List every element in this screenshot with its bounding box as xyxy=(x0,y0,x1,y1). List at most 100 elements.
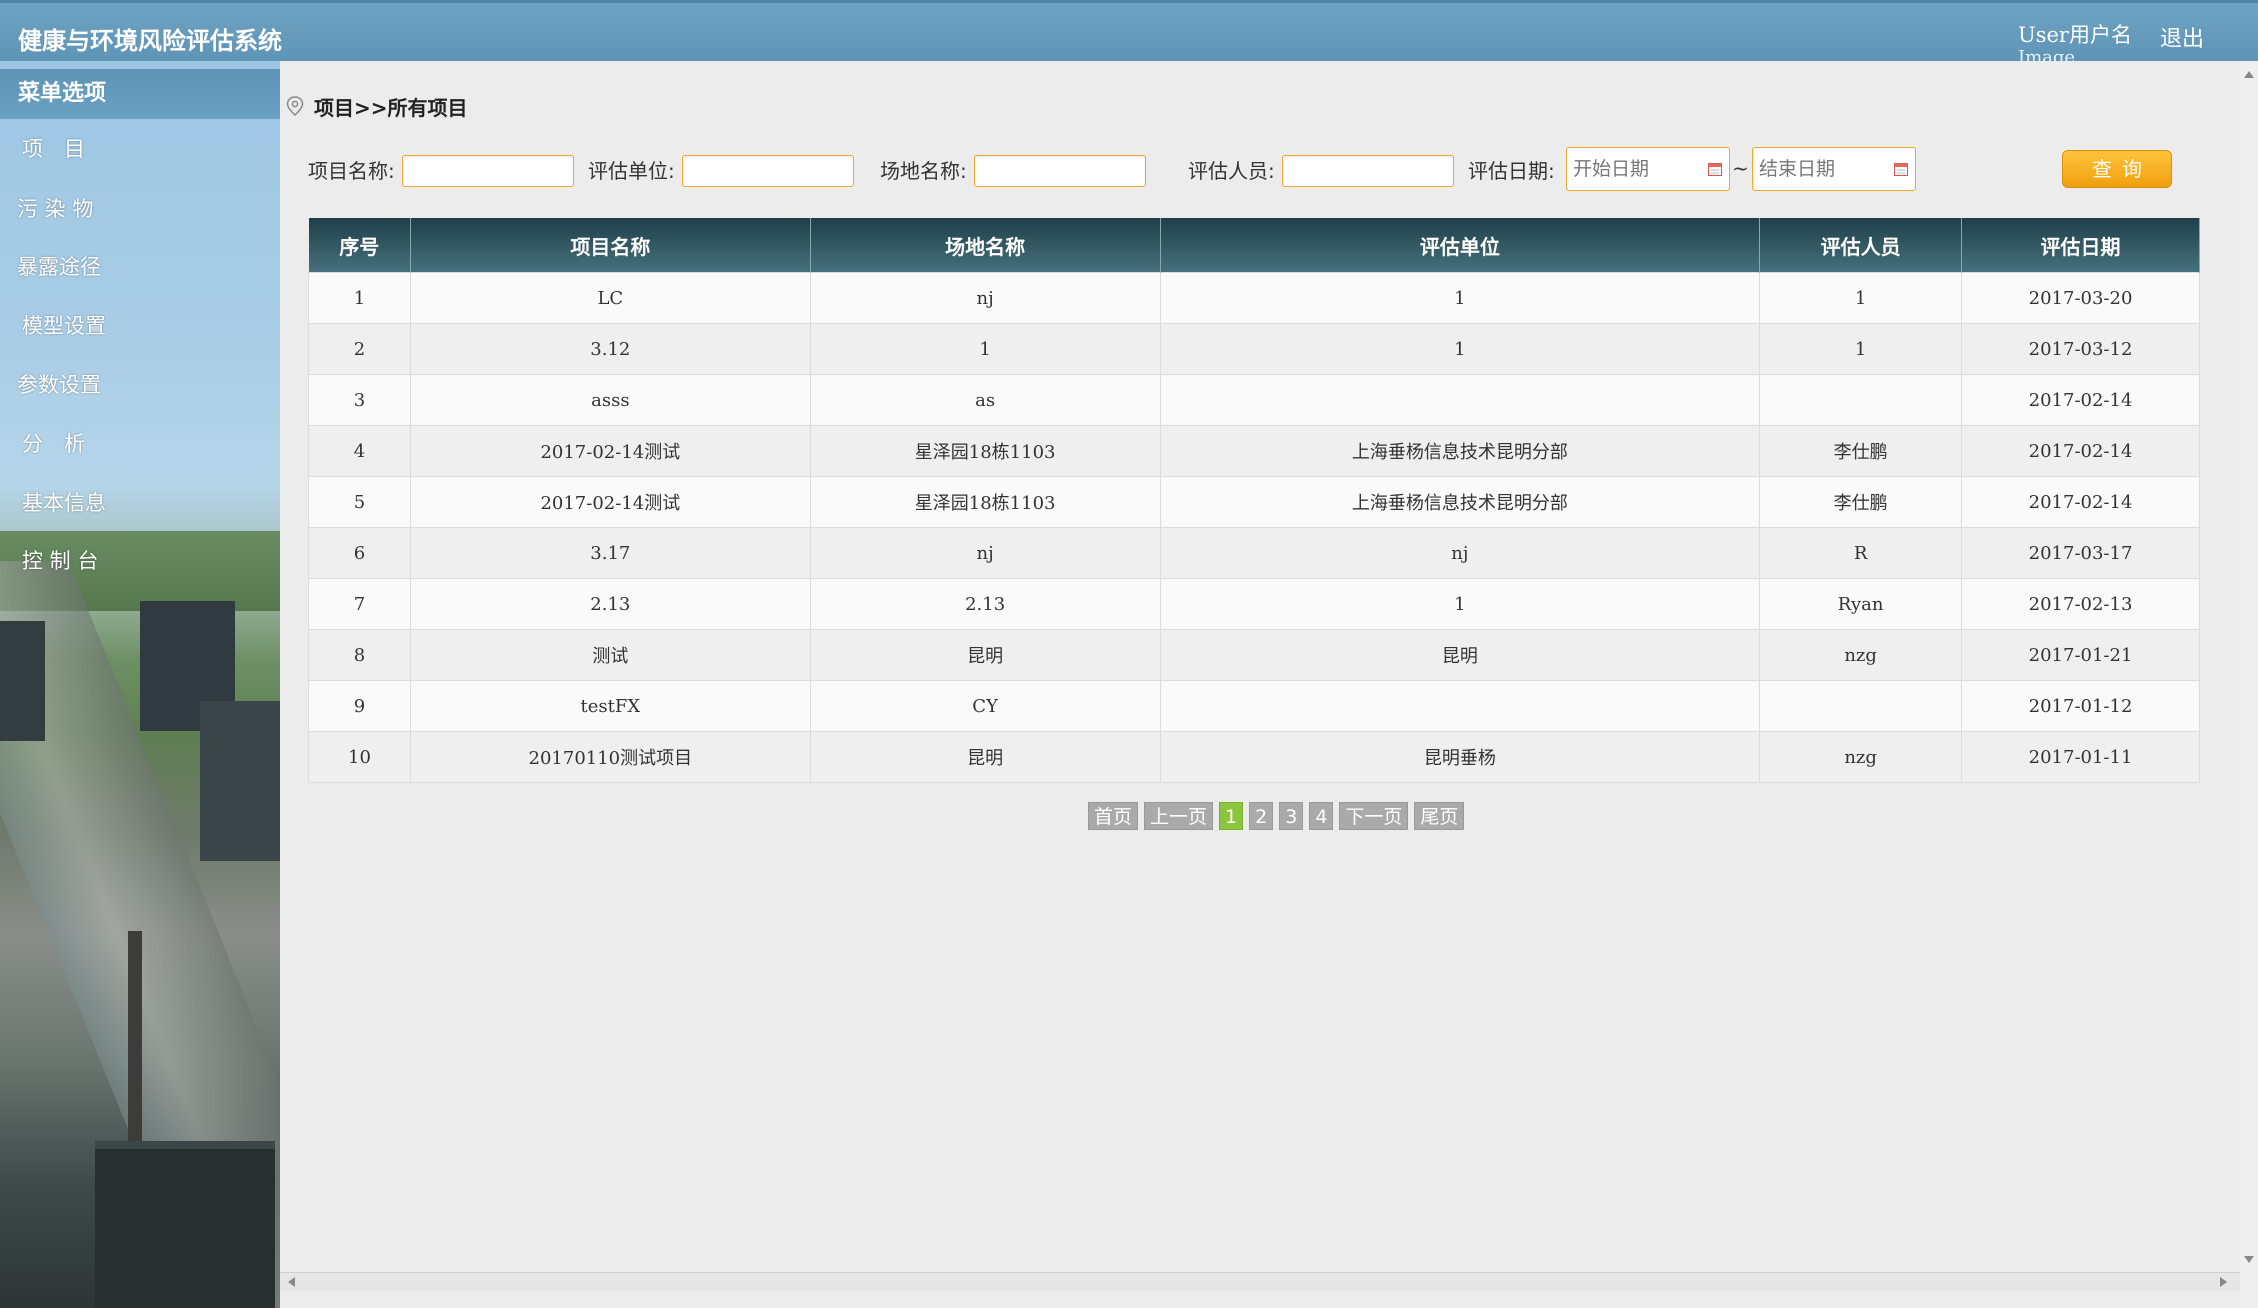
cell-site-name: 1 xyxy=(809,323,1161,375)
cell-eval-date: 2017-02-14 xyxy=(1961,425,2200,477)
scroll-up-arrow-icon[interactable] xyxy=(2244,71,2254,78)
table-row[interactable]: 6 3.17 nj nj R 2017-03-17 xyxy=(308,527,2200,579)
sidebar-item-project[interactable]: 项 目 xyxy=(22,133,85,163)
cell-eval-unit: 上海垂杨信息技术昆明分部 xyxy=(1159,476,1761,528)
horizontal-scrollbar[interactable] xyxy=(280,1272,2240,1291)
prev-page-button[interactable]: 上一页 xyxy=(1144,802,1214,830)
query-button[interactable]: 查询 xyxy=(2062,150,2172,188)
cell-project-name: testFX xyxy=(409,680,811,732)
cell-eval-date: 2017-03-20 xyxy=(1961,272,2200,324)
cell-project-name: 2017-02-14测试 xyxy=(409,425,811,477)
cell-eval-date: 2017-01-21 xyxy=(1961,629,2200,681)
start-date-input[interactable] xyxy=(1571,148,1705,190)
column-header-index[interactable]: 序号 xyxy=(308,218,411,273)
sidebar-item-exposure-pathway[interactable]: 暴露途径 xyxy=(17,251,101,281)
last-page-button[interactable]: 尾页 xyxy=(1414,802,1465,830)
column-header-project-name[interactable]: 项目名称 xyxy=(410,218,811,273)
cell-site-name: as xyxy=(809,374,1161,426)
first-page-button[interactable]: 首页 xyxy=(1088,802,1139,830)
scroll-left-arrow-icon[interactable] xyxy=(288,1277,295,1287)
table-row[interactable]: 5 2017-02-14测试 星泽园18栋1103 上海垂杨信息技术昆明分部 李… xyxy=(308,476,2200,528)
cell-project-name: 3.17 xyxy=(409,527,811,579)
app-title: 健康与环境风险评估系统 xyxy=(18,27,282,55)
cell-evaluator xyxy=(1759,374,1963,426)
cell-eval-unit: nj xyxy=(1159,527,1761,579)
table-row[interactable]: 7 2.13 2.13 1 Ryan 2017-02-13 xyxy=(308,578,2200,630)
eval-unit-input[interactable] xyxy=(682,155,854,187)
end-date-field[interactable] xyxy=(1752,147,1916,191)
breadcrumb: 项目>>所有项目 xyxy=(284,91,468,121)
sidebar-item-basic-info[interactable]: 基本信息 xyxy=(22,487,106,517)
cell-project-name: 2.13 xyxy=(409,578,811,630)
cell-eval-unit: 1 xyxy=(1159,323,1761,375)
location-pin-icon xyxy=(286,96,304,116)
evaluator-input[interactable] xyxy=(1282,155,1454,187)
table-row[interactable]: 3 asss as 2017-02-14 xyxy=(308,374,2200,426)
cell-site-name: 星泽园18栋1103 xyxy=(809,425,1161,477)
site-name-input[interactable] xyxy=(974,155,1146,187)
sidebar-item-pollutant[interactable]: 污 染 物 xyxy=(17,193,93,223)
page-button-1[interactable]: 1 xyxy=(1219,802,1244,830)
column-header-eval-date[interactable]: 评估日期 xyxy=(1961,218,2200,273)
sidebar-item-console[interactable]: 控 制 台 xyxy=(22,545,98,575)
cell-eval-date: 2017-03-17 xyxy=(1961,527,2200,579)
page-button-3[interactable]: 3 xyxy=(1279,802,1304,830)
cell-eval-unit: 昆明 xyxy=(1159,629,1761,681)
scroll-down-arrow-icon[interactable] xyxy=(2244,1256,2254,1263)
table-row[interactable]: 1 LC nj 1 1 2017-03-20 xyxy=(308,272,2200,324)
cell-eval-unit: 昆明垂杨 xyxy=(1159,731,1761,783)
cell-evaluator: nzg xyxy=(1759,731,1963,783)
project-table: 序号 项目名称 场地名称 评估单位 评估人员 评估日期 1 LC nj 1 1 … xyxy=(308,218,2200,783)
eval-unit-label: 评估单位: xyxy=(588,159,675,183)
table-row[interactable]: 8 测试 昆明 昆明 nzg 2017-01-21 xyxy=(308,629,2200,681)
sidebar-item-analysis[interactable]: 分 析 xyxy=(22,428,85,458)
cell-eval-date: 2017-02-13 xyxy=(1961,578,2200,630)
project-name-input[interactable] xyxy=(402,155,574,187)
cell-eval-unit xyxy=(1159,680,1761,732)
end-date-input[interactable] xyxy=(1757,148,1891,190)
user-name-label: User用户名 xyxy=(2018,23,2132,47)
page-button-4[interactable]: 4 xyxy=(1309,802,1334,830)
cell-index: 10 xyxy=(308,731,411,783)
table-row[interactable]: 2 3.12 1 1 1 2017-03-12 xyxy=(308,323,2200,375)
cell-site-name: 昆明 xyxy=(809,731,1161,783)
cell-site-name: CY xyxy=(809,680,1161,732)
table-row[interactable]: 4 2017-02-14测试 星泽园18栋1103 上海垂杨信息技术昆明分部 李… xyxy=(308,425,2200,477)
cell-eval-date: 2017-01-11 xyxy=(1961,731,2200,783)
cell-eval-date: 2017-02-14 xyxy=(1961,476,2200,528)
scroll-right-arrow-icon[interactable] xyxy=(2220,1277,2227,1287)
logout-link[interactable]: 退出 xyxy=(2160,21,2204,53)
calendar-icon[interactable] xyxy=(1893,161,1909,177)
column-header-eval-unit[interactable]: 评估单位 xyxy=(1160,218,1761,273)
main-content: 项目>>所有项目 项目名称: 评估单位: 场地名称: 评估人员: 评估日期: ~… xyxy=(280,61,2240,1308)
sidebar: 菜单选项 项 目 污 染 物 暴露途径 模型设置 参数设置 分 析 基本信息 控… xyxy=(0,61,280,1308)
page-button-2[interactable]: 2 xyxy=(1249,802,1274,830)
cell-site-name: 昆明 xyxy=(809,629,1161,681)
cell-evaluator: Ryan xyxy=(1759,578,1963,630)
cell-index: 9 xyxy=(308,680,411,732)
table-row[interactable]: 10 20170110测试项目 昆明 昆明垂杨 nzg 2017-01-11 xyxy=(308,731,2200,783)
cell-site-name: nj xyxy=(809,527,1161,579)
cell-project-name: 测试 xyxy=(409,629,811,681)
top-header-bar: 健康与环境风险评估系统 User用户名 Image 退出 xyxy=(0,0,2258,68)
cell-index: 3 xyxy=(308,374,411,426)
start-date-field[interactable] xyxy=(1566,147,1730,191)
cell-index: 8 xyxy=(308,629,411,681)
sidebar-item-model-settings[interactable]: 模型设置 xyxy=(22,310,106,340)
cell-evaluator: 李仕鹏 xyxy=(1759,476,1963,528)
column-header-site-name[interactable]: 场地名称 xyxy=(810,218,1161,273)
cell-site-name: nj xyxy=(809,272,1161,324)
cell-project-name: asss xyxy=(409,374,811,426)
vertical-scrollbar[interactable] xyxy=(2240,61,2258,1308)
cell-index: 7 xyxy=(308,578,411,630)
calendar-icon[interactable] xyxy=(1707,161,1723,177)
table-row[interactable]: 9 testFX CY 2017-01-12 xyxy=(308,680,2200,732)
next-page-button[interactable]: 下一页 xyxy=(1339,802,1409,830)
cell-project-name: LC xyxy=(409,272,811,324)
cell-index: 6 xyxy=(308,527,411,579)
cell-site-name: 星泽园18栋1103 xyxy=(809,476,1161,528)
cell-evaluator: 1 xyxy=(1759,272,1963,324)
column-header-evaluator[interactable]: 评估人员 xyxy=(1759,218,1963,273)
eval-date-label: 评估日期: xyxy=(1468,159,1555,183)
sidebar-item-parameter-settings[interactable]: 参数设置 xyxy=(17,369,101,399)
